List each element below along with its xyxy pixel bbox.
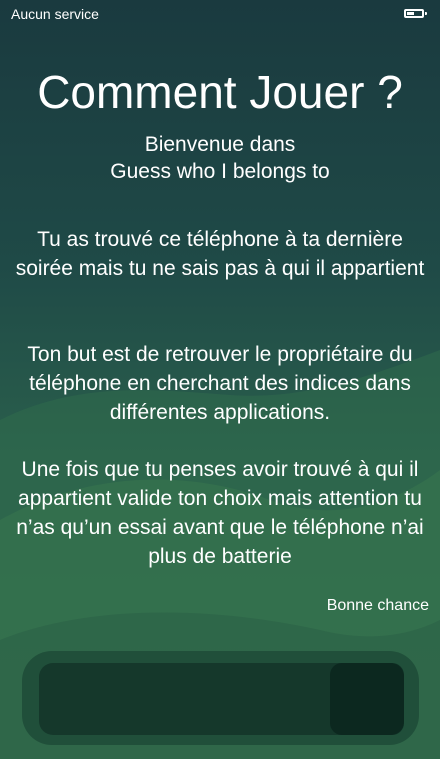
welcome-line-1: Bienvenue dans	[144, 133, 296, 156]
page-title: Comment Jouer ?	[37, 66, 403, 118]
signoff-text: Bonne chance	[326, 597, 429, 614]
welcome-line-2: Guess who I belongs to	[110, 160, 330, 183]
instruction-paragraph-2: Ton but est de retrouver le propriétaire…	[27, 343, 413, 424]
instruction-paragraph-1: Tu as trouvé ce téléphone à ta dernière …	[15, 228, 425, 280]
carrier-label: Aucun service	[11, 6, 99, 22]
unlock-slider[interactable]	[22, 651, 419, 745]
instruction-paragraph-3: Une fois que tu penses avoir trouvé à qu…	[16, 458, 424, 568]
battery-icon	[404, 9, 427, 18]
status-bar: Aucun service	[0, 0, 440, 28]
welcome-text: Bienvenue dans Guess who I belongs to	[0, 131, 440, 185]
battery-level	[407, 12, 414, 15]
slider-thumb[interactable]	[330, 663, 404, 735]
